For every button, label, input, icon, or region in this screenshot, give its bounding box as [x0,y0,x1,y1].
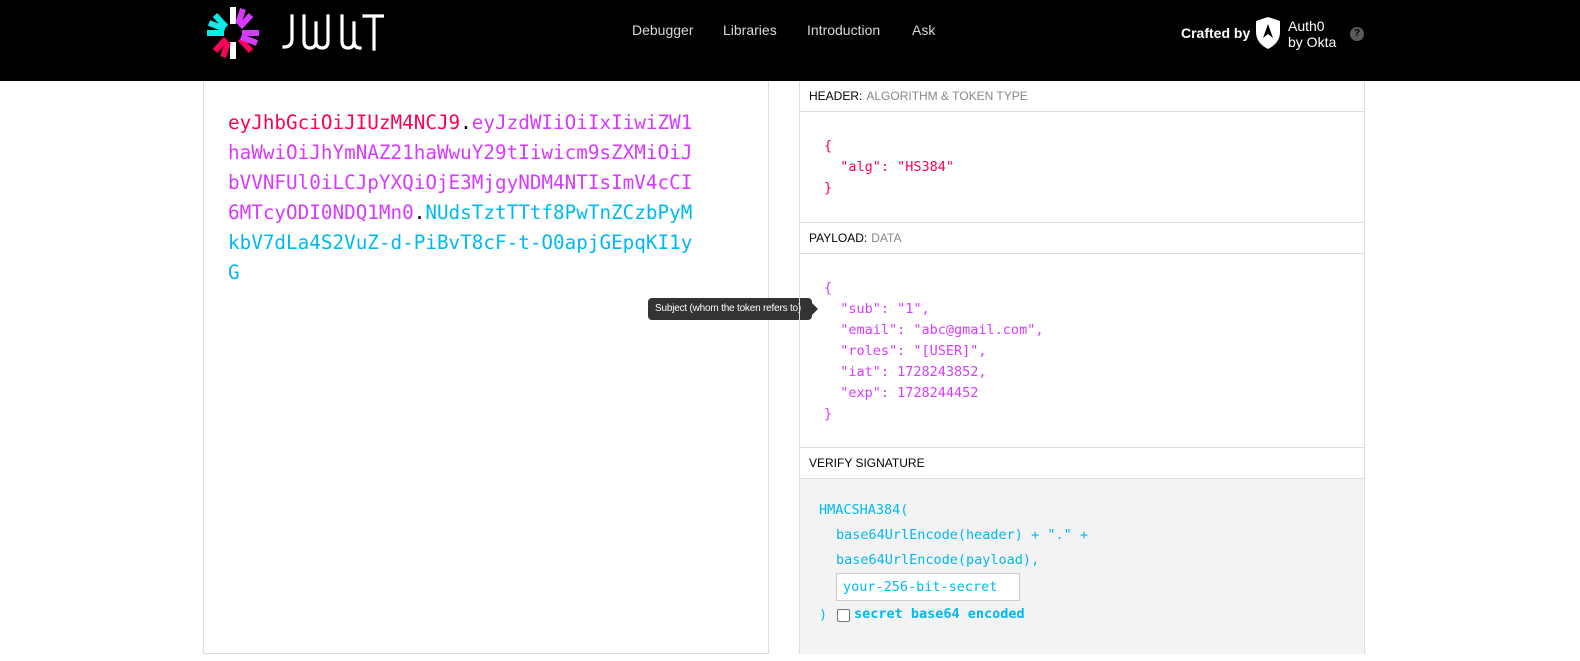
verify-line-1: base64UrlEncode(header) + "." + [836,527,1088,543]
decoded-panel: HEADER: ALGORITHM & TOKEN TYPE { "alg": "… [799,81,1365,654]
secret-input[interactable]: your-256-bit-secret [836,573,1020,601]
auth0-brand[interactable]: Auth0 by Okta [1288,18,1336,50]
top-navbar: Debugger Libraries Introduction Ask Craf… [0,0,1580,81]
verify-title: VERIFY SIGNATURE [809,456,925,470]
header-title: HEADER: [809,89,863,103]
close-paren: ) [819,607,828,623]
nav-link-libraries[interactable]: Libraries [723,22,777,38]
help-icon[interactable]: ? [1350,27,1364,41]
brand-line-2: by Okta [1288,34,1337,50]
nav-link-introduction[interactable]: Introduction [807,22,880,38]
nav-link-debugger[interactable]: Debugger [632,22,694,38]
token-dot: . [413,201,426,224]
verify-line-2: base64UrlEncode(payload), [836,552,1040,568]
nav-link-ask[interactable]: Ask [912,22,935,38]
claim-tooltip: Subject (whom the token refers to) [648,298,818,320]
token-header-part: eyJhbGciOiJIUzM4NCJ9 [228,111,461,134]
header-subtitle: ALGORITHM & TOKEN TYPE [866,89,1028,103]
header-section-title: HEADER: ALGORITHM & TOKEN TYPE [800,81,1364,112]
secret-base64-label[interactable]: secret base64 encoded [854,606,1025,622]
encoded-token-text[interactable]: eyJhbGciOiJIUzM4NCJ9.eyJzdWIiOiIxIiwiZW1… [228,108,698,288]
payload-section-title: PAYLOAD: DATA [800,223,1364,254]
payload-json[interactable]: { "sub": "1", "email": "abc@gmail.com", … [824,278,1043,425]
secret-base64-checkbox[interactable] [837,609,850,622]
payload-json-editor[interactable]: { "sub": "1", "email": "abc@gmail.com", … [800,254,1364,448]
jwt-logo-icon[interactable] [203,3,263,63]
token-dot: . [460,111,472,134]
crafted-by-label: Crafted by [1181,25,1251,41]
brand-line-1: Auth0 [1288,18,1325,34]
verify-function: HMACSHA384( [819,502,909,518]
auth0-shield-icon[interactable] [1254,16,1282,50]
payload-subtitle: DATA [871,231,902,245]
verify-section-title: VERIFY SIGNATURE [800,448,1364,479]
header-json-editor[interactable]: { "alg": "HS384" } [800,112,1364,223]
jwt-wordmark [282,14,384,51]
header-json[interactable]: { "alg": "HS384" } [824,136,954,199]
payload-title: PAYLOAD: [809,231,868,245]
verify-signature-body: HMACSHA384( base64UrlEncode(header) + ".… [800,479,1364,654]
